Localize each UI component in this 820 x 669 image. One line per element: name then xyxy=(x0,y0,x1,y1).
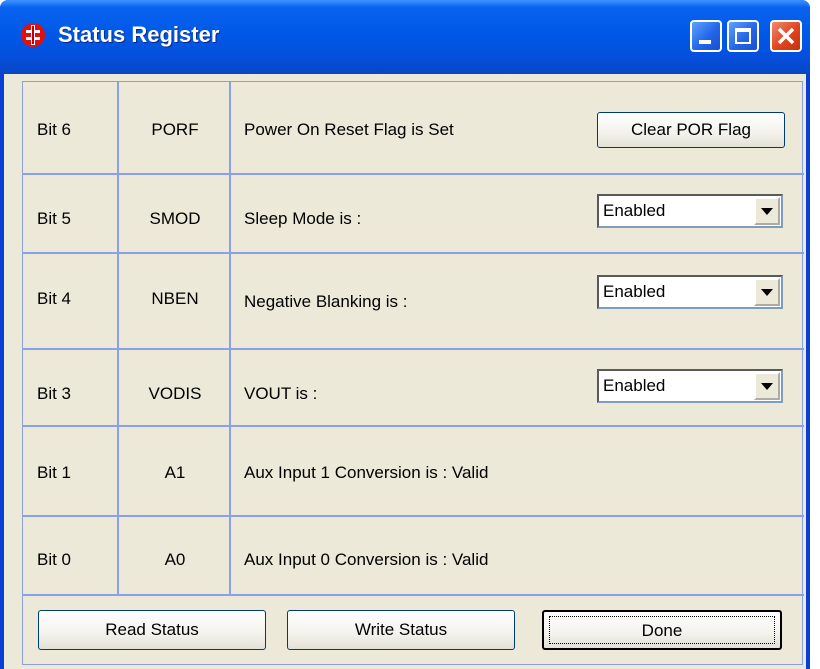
read-status-button[interactable]: Read Status xyxy=(38,610,266,650)
mnemonic-label: A1 xyxy=(164,463,186,482)
dropdown-button[interactable] xyxy=(754,278,780,306)
description-label: Aux Input 0 Conversion is : Valid xyxy=(244,550,489,569)
row-divider xyxy=(23,348,804,350)
description-label: Power On Reset Flag is Set xyxy=(244,120,454,139)
minimize-icon xyxy=(699,40,711,44)
description-label: Sleep Mode is : xyxy=(244,209,362,228)
write-status-button[interactable]: Write Status xyxy=(287,610,515,650)
register-table: Bit 6 PORF Power On Reset Flag is Set Cl… xyxy=(22,81,804,665)
bit-label: Bit 3 xyxy=(37,384,72,403)
done-button[interactable]: Done xyxy=(542,610,782,650)
mnemonic-label: SMOD xyxy=(149,209,201,228)
bit-label: Bit 0 xyxy=(37,550,72,569)
select-value: Enabled xyxy=(603,282,666,301)
description-label: VOUT is : xyxy=(244,384,318,403)
status-register-window: Status Register Bit 6 PORF Power On Rese… xyxy=(0,0,810,669)
mnemonic-label: NBEN xyxy=(151,289,199,308)
description-label: Aux Input 1 Conversion is : Valid xyxy=(244,463,489,482)
mnemonic-label: PORF xyxy=(151,120,199,139)
chevron-down-icon xyxy=(761,383,773,390)
row-divider xyxy=(23,594,804,596)
close-icon xyxy=(777,27,795,45)
bit-label: Bit 4 xyxy=(37,289,72,308)
column-divider xyxy=(229,82,231,594)
sleep-mode-select[interactable]: Enabled xyxy=(597,194,783,228)
clear-por-flag-button[interactable]: Clear POR Flag xyxy=(597,112,785,148)
maximize-icon xyxy=(735,28,751,44)
vout-select[interactable]: Enabled xyxy=(597,369,783,403)
select-value: Enabled xyxy=(603,376,666,395)
bit-label: Bit 1 xyxy=(37,463,72,482)
chevron-down-icon xyxy=(761,208,773,215)
row-divider xyxy=(23,173,804,175)
app-icon xyxy=(21,23,45,47)
close-button[interactable] xyxy=(770,20,802,52)
select-value: Enabled xyxy=(603,201,666,220)
focus-rectangle xyxy=(549,616,775,644)
mnemonic-label: A0 xyxy=(164,550,186,569)
dropdown-button[interactable] xyxy=(754,197,780,225)
column-divider xyxy=(117,82,119,594)
negative-blanking-select[interactable]: Enabled xyxy=(597,275,783,309)
row-divider xyxy=(23,252,804,254)
description-label: Negative Blanking is : xyxy=(244,292,408,311)
maximize-button[interactable] xyxy=(727,20,759,52)
dropdown-button[interactable] xyxy=(754,372,780,400)
minimize-button[interactable] xyxy=(690,20,722,52)
window-title: Status Register xyxy=(58,22,220,47)
mnemonic-label: VODIS xyxy=(148,384,202,403)
chevron-down-icon xyxy=(761,289,773,296)
title-bar[interactable]: Status Register xyxy=(0,0,810,74)
row-divider xyxy=(23,515,804,517)
bit-label: Bit 5 xyxy=(37,209,72,228)
bit-label: Bit 6 xyxy=(37,120,72,139)
client-area: Bit 6 PORF Power On Reset Flag is Set Cl… xyxy=(4,74,806,669)
row-divider xyxy=(23,425,804,427)
